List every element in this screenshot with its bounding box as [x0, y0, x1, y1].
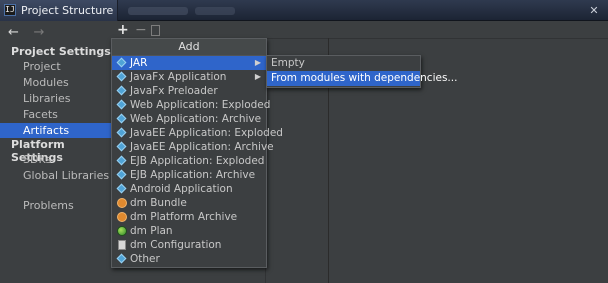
sidebar-item-project[interactable]: Project [0, 59, 111, 74]
menu-item-ejb-archive[interactable]: EJB Application: Archive [112, 168, 266, 182]
menu-item-android-application[interactable]: Android Application [112, 182, 266, 196]
menu-item-ejb-exploded[interactable]: EJB Application: Exploded [112, 154, 266, 168]
window-title: Project Structure [21, 4, 114, 17]
remove-icon[interactable]: − [135, 22, 147, 38]
close-icon[interactable]: ✕ [583, 3, 605, 18]
popup-title: Add [112, 39, 266, 56]
menu-item-label: Other [130, 253, 160, 265]
menu-item-label: JavaEE Application: Exploded [130, 127, 283, 139]
back-arrow-icon[interactable]: ← [8, 25, 24, 40]
menu-item-label: Web Application: Exploded [130, 99, 271, 111]
app-icon: IJ [4, 4, 16, 16]
menu-item-dm-platform-archive[interactable]: dm Platform Archive [112, 210, 266, 224]
plan-icon [117, 226, 127, 236]
menu-item-label: JavaEE Application: Archive [130, 141, 274, 153]
sidebar-item-sdks[interactable]: SDKs [0, 152, 111, 167]
jar-submenu: Empty From modules with dependencies... [266, 55, 457, 88]
sidebar-item-problems[interactable]: Problems [0, 198, 111, 213]
menu-item-web-exploded[interactable]: Web Application: Exploded [112, 98, 270, 112]
other-icon [116, 253, 127, 264]
menu-item-label: dm Plan [130, 225, 173, 237]
menu-item-label: JavaFx Application [130, 71, 227, 83]
ejb-icon [116, 169, 127, 180]
bundle-icon [117, 198, 127, 208]
title-bar: IJ Project Structure ✕ [0, 0, 608, 21]
menu-item-jar[interactable]: JAR ▶ [112, 56, 266, 70]
menu-item-label: EJB Application: Archive [130, 169, 256, 181]
android-icon [116, 183, 127, 194]
javaee-icon [116, 141, 127, 152]
platform-archive-icon [117, 212, 127, 222]
menu-item-label: EJB Application: Exploded [130, 155, 265, 167]
copy-icon[interactable] [151, 25, 160, 36]
menu-item-other[interactable]: Other [112, 252, 266, 266]
web-icon [116, 99, 127, 110]
navigation-arrows: ← → [8, 25, 50, 41]
menu-item-label: Android Application [130, 183, 233, 195]
javaee-icon [116, 127, 127, 138]
sidebar-item-facets[interactable]: Facets [0, 107, 111, 122]
sidebar-item-global-libraries[interactable]: Global Libraries [0, 168, 111, 183]
background-tab [195, 7, 235, 15]
sidebar-item-modules[interactable]: Modules [0, 75, 111, 90]
menu-item-javaee-archive[interactable]: JavaEE Application: Archive [112, 140, 274, 154]
menu-item-javafx-application[interactable]: JavaFx Application ▶ [112, 70, 266, 84]
submenu-item-from-modules[interactable]: From modules with dependencies... [267, 71, 457, 86]
menu-item-javafx-preloader[interactable]: JavaFx Preloader [112, 84, 266, 98]
javafx-icon [116, 71, 127, 82]
menu-item-javaee-exploded[interactable]: JavaEE Application: Exploded [112, 126, 283, 140]
settings-sidebar: ← → Project Settings Project Modules Lib… [0, 21, 111, 283]
ejb-icon [116, 155, 127, 166]
submenu-item-empty[interactable]: Empty [267, 56, 420, 71]
submenu-arrow-icon: ▶ [254, 72, 261, 81]
menu-item-label: JAR [130, 57, 148, 69]
web-icon [116, 113, 127, 124]
menu-item-dm-plan[interactable]: dm Plan [112, 224, 266, 238]
menu-item-label: dm Configuration [130, 239, 222, 251]
menu-item-web-archive[interactable]: Web Application: Archive [112, 112, 266, 126]
menu-item-dm-bundle[interactable]: dm Bundle [112, 196, 266, 210]
sidebar-item-artifacts[interactable]: Artifacts [0, 123, 111, 138]
menu-item-label: dm Bundle [130, 197, 187, 209]
add-artifact-popup: Add JAR ▶ JavaFx Application ▶ JavaFx Pr… [111, 38, 283, 268]
submenu-arrow-icon: ▶ [254, 58, 261, 67]
add-icon[interactable]: + [117, 22, 129, 38]
menu-item-label: JavaFx Preloader [130, 85, 218, 97]
config-icon [117, 240, 127, 250]
jar-icon [116, 57, 127, 68]
background-tab [128, 7, 188, 15]
menu-item-label: dm Platform Archive [130, 211, 238, 223]
javafx-icon [116, 85, 127, 96]
menu-item-dm-configuration[interactable]: dm Configuration [112, 238, 266, 252]
sidebar-item-libraries[interactable]: Libraries [0, 91, 111, 106]
project-settings-heading: Project Settings [11, 45, 111, 58]
menu-item-label: Web Application: Archive [130, 113, 262, 125]
forward-arrow-icon[interactable]: → [34, 25, 50, 40]
